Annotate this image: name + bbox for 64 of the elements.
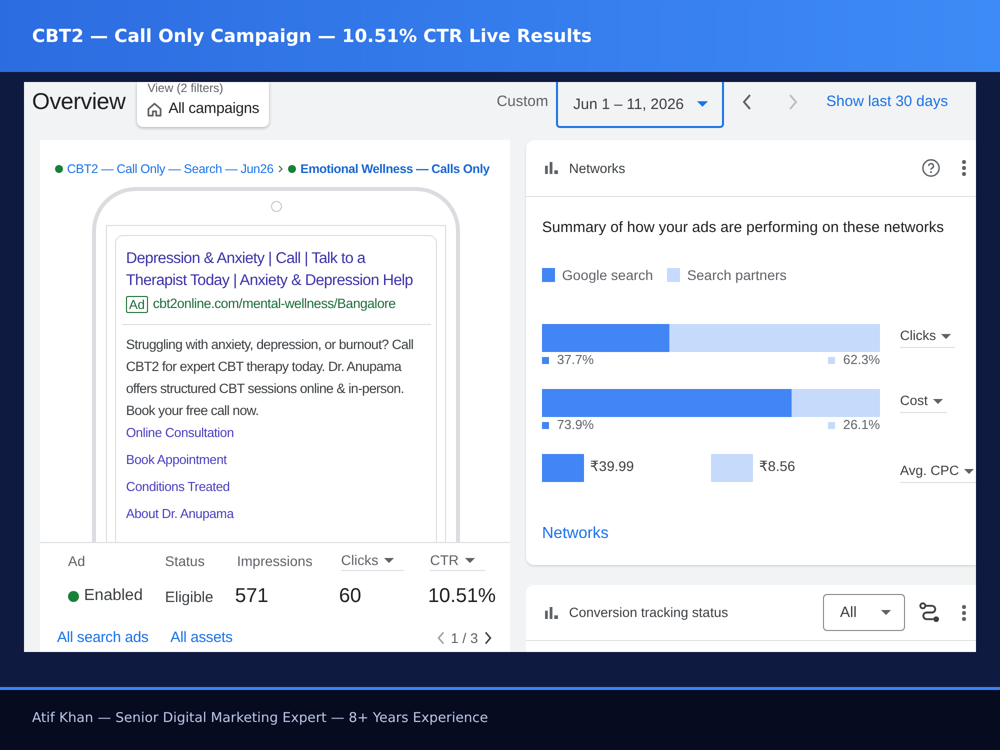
metric-value: 60 bbox=[339, 584, 362, 608]
chevron-right-icon bbox=[278, 164, 284, 172]
table-cell: Eligible bbox=[165, 589, 214, 606]
date-shortcut-link[interactable]: Show last 30 days bbox=[826, 92, 948, 112]
column-header: Status bbox=[165, 552, 205, 570]
home-icon bbox=[147, 102, 162, 116]
page-title: CBT2 — Call Only Campaign — 10.51% CTR Live Results bbox=[32, 26, 592, 46]
footer-text: Atif Khan — Senior Digital Marketing Expert — 8+ Years Experience bbox=[32, 710, 488, 726]
caret-icon bbox=[941, 334, 951, 338]
sitelink[interactable]: Online Consultation bbox=[126, 422, 234, 444]
bar-chart-icon bbox=[545, 162, 558, 174]
column-header: Impressions bbox=[237, 552, 312, 570]
data-label: 37.7% bbox=[557, 353, 594, 367]
sitelink[interactable]: About Dr. Anupama bbox=[126, 503, 234, 525]
status-text: Enabled bbox=[84, 587, 143, 605]
metric-value: 10.51% bbox=[428, 584, 496, 608]
filter-dropdown[interactable]: All bbox=[823, 594, 905, 631]
ad-description: Struggling with anxiety, depression, or burnout? Call CBT2 for expert CBT therapy today. Dr. Anupama offers structured CBT sessions online & in-person. Book your free call now. bbox=[126, 336, 414, 420]
campaign-filter-button[interactable]: View (2 filters) All campaigns bbox=[137, 82, 270, 127]
data-label: 73.9% bbox=[557, 418, 594, 432]
metric-dropdown[interactable]: Clicks bbox=[900, 326, 955, 348]
more-options-icon[interactable] bbox=[962, 604, 966, 620]
caret-icon bbox=[964, 468, 974, 474]
data-label: 62.3% bbox=[843, 353, 880, 367]
path-icon[interactable] bbox=[919, 602, 940, 623]
page-indicator: 1 / 3 bbox=[450, 630, 478, 646]
caret-icon bbox=[384, 558, 394, 562]
caret-icon bbox=[464, 558, 475, 562]
legend-label: Google search bbox=[562, 267, 654, 283]
card-title: Networks bbox=[569, 160, 626, 176]
metric-dropdown[interactable]: Cost bbox=[900, 391, 947, 413]
metric-value: 571 bbox=[235, 584, 268, 608]
footer-link[interactable]: All assets bbox=[170, 628, 233, 648]
column-header: Ad bbox=[68, 552, 86, 570]
camera-icon bbox=[270, 201, 282, 212]
ad-label: Ad bbox=[126, 296, 148, 312]
data-label: 26.1% bbox=[843, 418, 880, 432]
sitelink[interactable]: Book Appointment bbox=[126, 449, 227, 471]
networks-summary: Summary of how your ads are performing on these networks bbox=[542, 218, 945, 238]
caret-icon bbox=[881, 610, 891, 615]
date-range-dropdown[interactable]: Jun 1 – 11, 2026 bbox=[556, 82, 724, 128]
page-heading: Overview bbox=[32, 87, 126, 115]
card-title: Conversion tracking status bbox=[569, 605, 728, 620]
date-range-label: Custom bbox=[496, 92, 548, 112]
metric-dropdown[interactable]: Avg. CPC bbox=[900, 461, 976, 483]
networks-link[interactable]: Networks bbox=[542, 524, 609, 544]
breadcrumb-link[interactable]: CBT2 — Call Only — Search — Jun26 bbox=[67, 160, 274, 178]
legend-label: Search partners bbox=[687, 267, 787, 283]
breadcrumb-link[interactable]: Emotional Wellness — Calls Only bbox=[300, 160, 490, 178]
caret-icon bbox=[932, 398, 943, 404]
caret-icon bbox=[697, 101, 708, 107]
column-sort-button[interactable]: CTR bbox=[430, 551, 485, 571]
ad-headline[interactable]: Depression & Anxiety | Call | Talk to a Therapist Today | Anxiety & Depression Help bbox=[126, 248, 427, 292]
help-icon[interactable] bbox=[922, 159, 940, 177]
cpc-value: ₹8.56 bbox=[759, 457, 796, 476]
footer-link[interactable]: All search ads bbox=[57, 628, 148, 648]
ad-url: cbt2online.com/mental-wellness/Bangalore bbox=[152, 295, 396, 313]
chevron-right-icon[interactable] bbox=[484, 631, 492, 645]
more-options-icon[interactable] bbox=[962, 160, 966, 176]
chevron-left-icon[interactable] bbox=[742, 94, 752, 110]
sitelink[interactable]: Conditions Treated bbox=[126, 476, 230, 498]
bar-chart-icon bbox=[545, 606, 558, 618]
column-sort-button[interactable]: Clicks bbox=[341, 551, 404, 571]
cpc-value: ₹39.99 bbox=[590, 457, 634, 476]
